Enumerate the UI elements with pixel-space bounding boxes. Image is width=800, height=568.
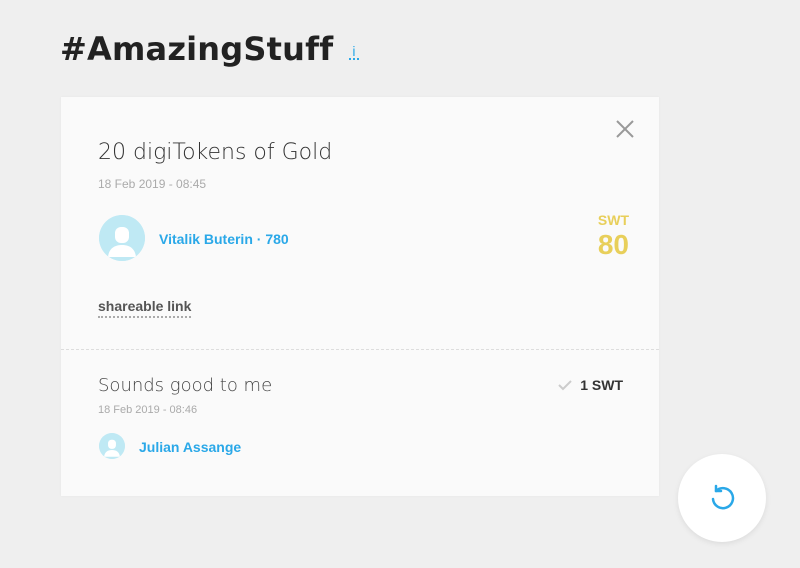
- title-row: #AmazingStuff i: [60, 30, 359, 68]
- page: #AmazingStuff i 20 digiTokens of Gold 18…: [0, 0, 800, 568]
- check-icon: [558, 380, 572, 391]
- undo-button[interactable]: [678, 454, 766, 542]
- offer-card: 20 digiTokens of Gold 18 Feb 2019 - 08:4…: [61, 97, 659, 496]
- reply-date: 18 Feb 2019 - 08:46: [98, 404, 198, 416]
- reply-amount: 1 SWT: [558, 377, 623, 393]
- reply-amount-label: 1 SWT: [580, 377, 623, 393]
- avatar-icon: [99, 433, 125, 459]
- reply-text: Sounds good to me: [98, 375, 273, 396]
- avatar-icon: [99, 215, 145, 261]
- avatar[interactable]: [99, 215, 145, 261]
- undo-icon: [711, 484, 735, 510]
- currency-label: SWT: [597, 212, 629, 228]
- info-link[interactable]: i: [349, 44, 359, 60]
- offer-user-link[interactable]: Vitalik Buterin · 780: [159, 231, 289, 247]
- offer-date: 18 Feb 2019 - 08:45: [98, 177, 207, 191]
- offer-amount: 80: [597, 229, 629, 260]
- divider: [61, 349, 659, 350]
- reply-avatar[interactable]: [99, 433, 125, 459]
- page-title: #AmazingStuff: [60, 30, 334, 68]
- shareable-link[interactable]: shareable link: [98, 298, 192, 318]
- offer-title: 20 digiTokens of Gold: [98, 140, 333, 165]
- close-icon: [616, 120, 634, 138]
- close-button[interactable]: [615, 119, 635, 139]
- reply-user-link[interactable]: Julian Assange: [139, 439, 241, 455]
